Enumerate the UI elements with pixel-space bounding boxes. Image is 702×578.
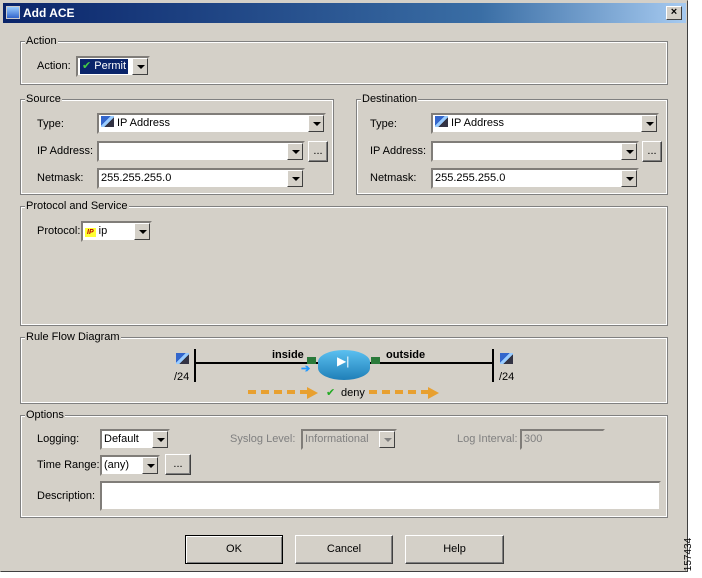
title-bar: Add ACE × xyxy=(3,3,686,23)
check-icon: ✔ xyxy=(82,60,92,72)
source-type-value: IP Address xyxy=(117,117,170,129)
logging-value: Default xyxy=(104,433,139,445)
destination-netmask-value: 255.255.255.0 xyxy=(435,172,506,184)
outside-interface-icon xyxy=(371,357,380,364)
chevron-down-icon[interactable] xyxy=(621,143,637,160)
logging-label: Logging: xyxy=(37,433,80,445)
network-icon xyxy=(101,116,114,127)
protocol-value: ip xyxy=(98,225,108,237)
flow-arrowhead-right xyxy=(428,387,445,399)
network-icon xyxy=(435,116,448,127)
left-mask-label: /24 xyxy=(174,371,190,383)
left-network-icon xyxy=(176,353,189,364)
firewall-router-icon: ▶| xyxy=(318,350,370,380)
chevron-down-icon[interactable] xyxy=(379,431,395,448)
chevron-down-icon[interactable] xyxy=(308,115,324,132)
right-network-icon xyxy=(500,353,513,364)
description-label: Description: xyxy=(37,490,96,502)
left-host-line xyxy=(194,349,196,382)
source-netmask-label: Netmask: xyxy=(37,172,84,184)
flow-arrow-left xyxy=(248,390,308,394)
time-range-value: (any) xyxy=(104,459,130,471)
source-browse-button[interactable]: ... xyxy=(308,141,328,162)
group-label: Destination xyxy=(361,93,419,105)
time-range-browse-button[interactable]: ... xyxy=(165,454,191,475)
right-mask-label: /24 xyxy=(499,371,515,383)
chevron-down-icon[interactable] xyxy=(152,431,168,448)
group-label: Protocol and Service xyxy=(25,200,129,212)
chevron-down-icon[interactable] xyxy=(641,115,657,132)
flow-result-label: deny xyxy=(341,387,365,399)
destination-browse-button[interactable]: ... xyxy=(642,141,662,162)
right-host-line xyxy=(492,349,494,382)
source-netmask-select[interactable]: 255.255.255.0 xyxy=(97,168,305,189)
protocol-label: Protocol: xyxy=(37,225,81,237)
app-icon xyxy=(6,6,20,19)
destination-ip-label: IP Address: xyxy=(370,145,427,157)
destination-type-label: Type: xyxy=(370,118,397,130)
time-range-label: Time Range: xyxy=(37,459,100,471)
chevron-down-icon[interactable] xyxy=(132,58,148,75)
ip-protocol-icon: IP xyxy=(85,228,96,237)
syslog-level-label: Syslog Level: xyxy=(230,433,296,445)
chevron-down-icon[interactable] xyxy=(134,223,150,240)
inside-label: inside xyxy=(272,349,304,361)
flow-arrow-right xyxy=(369,390,429,394)
source-type-label: Type: xyxy=(37,118,64,130)
group-label: Options xyxy=(25,409,65,421)
action-label: Action: xyxy=(37,60,71,72)
source-type-select[interactable]: IP Address xyxy=(97,113,326,134)
destination-type-select[interactable]: IP Address xyxy=(431,113,659,134)
inbound-arrow-icon: ➔ xyxy=(301,363,311,375)
destination-netmask-label: Netmask: xyxy=(370,172,417,184)
outside-label: outside xyxy=(386,349,426,361)
syslog-level-value: Informational xyxy=(305,433,369,445)
action-select[interactable]: ✔ Permit xyxy=(76,56,150,77)
log-interval-input[interactable]: 300 xyxy=(520,429,605,450)
description-input[interactable] xyxy=(100,481,661,511)
source-netmask-value: 255.255.255.0 xyxy=(101,172,172,184)
figure-id: 157434 xyxy=(683,537,695,572)
group-label: Rule Flow Diagram xyxy=(25,331,121,343)
group-label: Source xyxy=(25,93,62,105)
destination-ip-input[interactable] xyxy=(431,141,639,162)
ok-button[interactable]: OK xyxy=(185,535,283,564)
chevron-down-icon[interactable] xyxy=(287,143,303,160)
destination-netmask-select[interactable]: 255.255.255.0 xyxy=(431,168,639,189)
time-range-select[interactable]: (any) xyxy=(100,455,160,476)
log-interval-value: 300 xyxy=(524,433,543,445)
close-button[interactable]: × xyxy=(666,6,682,20)
cancel-button[interactable]: Cancel xyxy=(295,535,393,564)
add-ace-dialog: Add ACE × Action Action: ✔ Permit Source… xyxy=(0,0,688,572)
log-interval-label: Log Interval: xyxy=(457,433,518,445)
group-label: Action xyxy=(25,35,58,47)
protocol-select[interactable]: IP ip xyxy=(81,221,152,242)
action-value: Permit xyxy=(94,60,127,72)
chevron-down-icon[interactable] xyxy=(142,457,158,474)
destination-type-value: IP Address xyxy=(451,117,504,129)
window-title: Add ACE xyxy=(23,6,75,20)
deny-check-icon: ✔ xyxy=(326,387,336,399)
help-button[interactable]: Help xyxy=(405,535,504,564)
syslog-level-select[interactable]: Informational xyxy=(301,429,397,450)
chevron-down-icon[interactable] xyxy=(621,170,637,187)
source-ip-input[interactable] xyxy=(97,141,305,162)
chevron-down-icon[interactable] xyxy=(287,170,303,187)
logging-select[interactable]: Default xyxy=(100,429,170,450)
source-ip-label: IP Address: xyxy=(37,145,94,157)
flow-arrowhead-left xyxy=(307,387,324,399)
